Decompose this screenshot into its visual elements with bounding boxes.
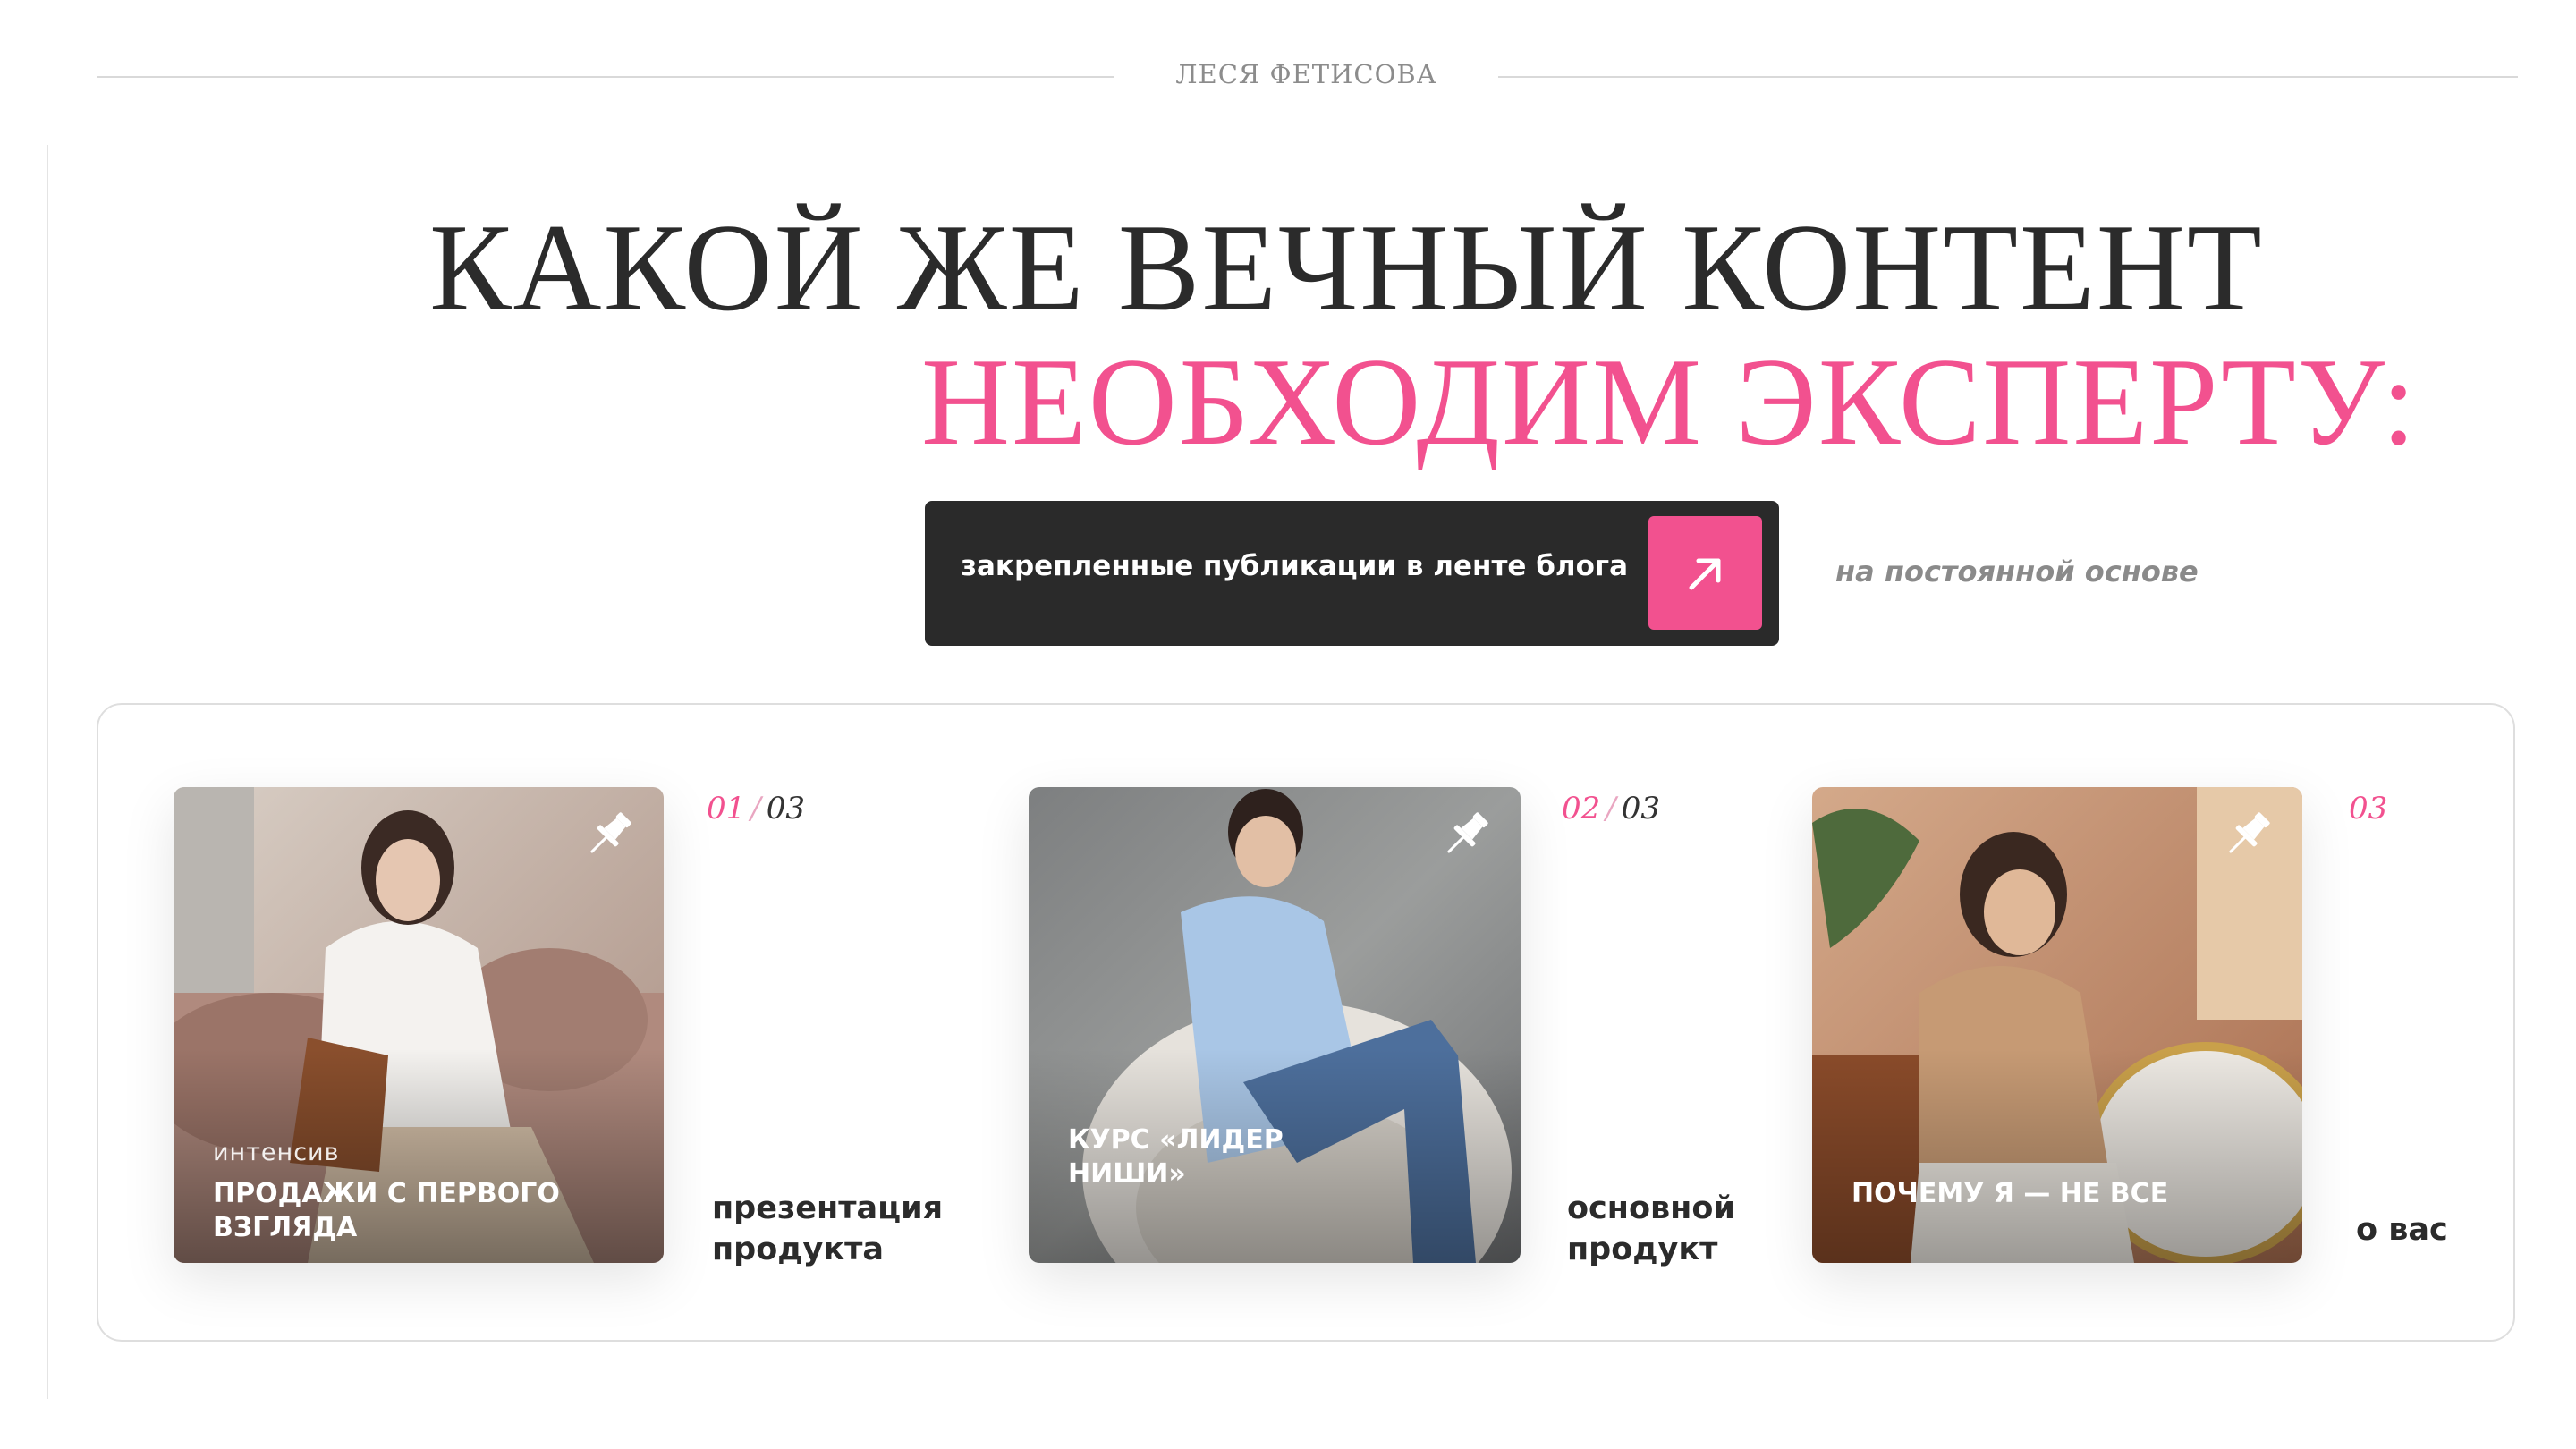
pin-icon (590, 812, 631, 853)
post-overlay-title-1: ПРОДАЖИ С ПЕРВОГО ВЗГЛЯДА (213, 1178, 560, 1243)
post-overlay-title-2: КУРС «ЛИДЕР НИШИ» (1068, 1124, 1284, 1190)
headline-line-2: НЕОБХОДИМ ЭКСПЕРТУ: (921, 333, 2418, 471)
arrow-up-right-icon (1689, 558, 1720, 589)
headline-line-1: КАКОЙ ЖЕ ВЕЧНЫЙ КОНТЕНТ (429, 199, 2264, 337)
post-overlay-title-3: ПОЧЕМУ Я — НЕ ВСЕ (1852, 1178, 2169, 1209)
counter-separator: / (1606, 791, 1616, 826)
post-counter-2: 02/03 (1562, 791, 1660, 826)
post-card-1[interactable]: интенсив ПРОДАЖИ С ПЕРВОГО ВЗГЛЯДА (174, 787, 664, 1263)
counter-current: 02 (1562, 791, 1601, 826)
counter-total: 03 (1621, 791, 1660, 826)
pin-icon (2229, 812, 2270, 853)
post-counter-1: 01/03 (707, 791, 805, 826)
brand-name: ЛЕСЯ ФЕТИСОВА (1175, 59, 1437, 89)
pin-icon (1447, 812, 1488, 853)
counter-current: 03 (2349, 791, 2388, 826)
pinned-posts-text: закрепленные публикации в ленте блога (961, 550, 1628, 582)
header-divider-right (1498, 76, 2518, 78)
counter-total: 03 (766, 791, 805, 826)
header-divider-left (97, 76, 1114, 78)
post-label-2: основной продукт (1567, 1191, 1735, 1267)
counter-separator: / (750, 791, 761, 826)
side-note: на постоянной основе (1835, 555, 2199, 589)
post-counter-3: 03 (2349, 791, 2387, 826)
post-card-3[interactable]: ПОЧЕМУ Я — НЕ ВСЕ (1812, 787, 2302, 1263)
pinned-posts-banner: закрепленные публикации в ленте блога (925, 501, 1779, 646)
left-vertical-rule (47, 145, 48, 1399)
post-label-1: презентация продукта (712, 1191, 944, 1267)
post-card-2[interactable]: КУРС «ЛИДЕР НИШИ» (1029, 787, 1521, 1263)
post-label-3: о вас (2356, 1212, 2448, 1248)
pinned-posts-panel: интенсив ПРОДАЖИ С ПЕРВОГО ВЗГЛЯДА 01/03… (97, 703, 2515, 1342)
post-overlay-subtitle-1: интенсив (213, 1139, 340, 1166)
arrow-button[interactable] (1648, 516, 1762, 630)
counter-current: 01 (707, 791, 746, 826)
